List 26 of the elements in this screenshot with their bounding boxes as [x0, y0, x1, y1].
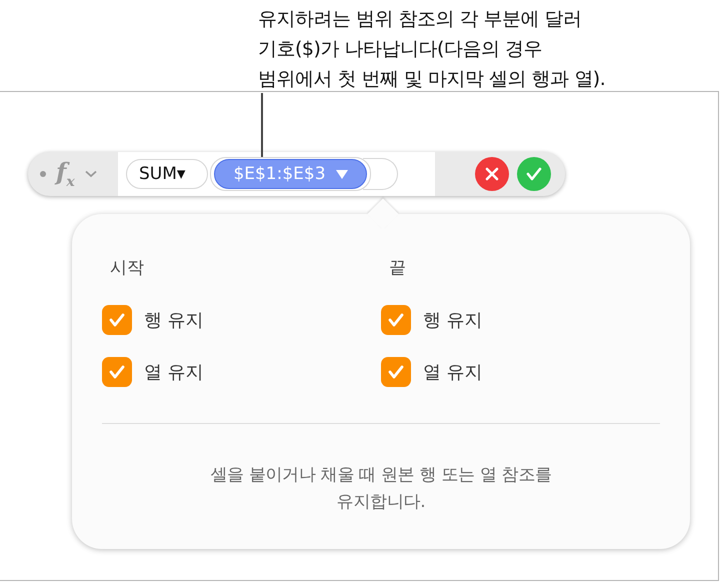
callout-text: 유지하려는 범위 참조의 각 부분에 달러 기호($)가 나타납니다(다음의 경우 범위에서 첫 번째 및 마지막 셀의 행과 열).: [258, 7, 606, 92]
checkbox[interactable]: [381, 305, 411, 335]
accept-button[interactable]: [517, 157, 551, 191]
close-icon: [485, 167, 499, 181]
checkbox-option[interactable]: 열 유지: [381, 357, 660, 387]
function-token[interactable]: SUM▾: [126, 159, 208, 189]
checkbox[interactable]: [102, 357, 132, 387]
chevron-icon: [84, 170, 97, 178]
checkbox-option[interactable]: 열 유지: [102, 357, 381, 387]
caret-icon: [336, 170, 348, 178]
checkbox[interactable]: [102, 305, 132, 335]
formula-field[interactable]: SUM▾ $E$1:$E$3: [118, 152, 435, 196]
cancel-button[interactable]: [475, 157, 509, 191]
checkmark-icon: [109, 365, 125, 379]
checkmark-icon: [388, 365, 404, 379]
checkmark-icon: [388, 313, 404, 327]
column-heading: 끝: [388, 257, 407, 279]
dot-icon: [40, 170, 46, 177]
checkmark-icon: [109, 313, 125, 327]
checkmark-icon: [526, 167, 542, 181]
checkbox-option[interactable]: 행 유지: [381, 305, 660, 335]
description-text: 셀을 붙이거나 채울 때 원본 행 또는 열 참조를 유지합니다.: [209, 464, 553, 514]
fx-label: f$_{x}$: [56, 160, 75, 188]
checkbox-option[interactable]: 행 유지: [102, 305, 381, 335]
column-heading: 시작: [109, 257, 145, 279]
checkbox[interactable]: [381, 357, 411, 387]
